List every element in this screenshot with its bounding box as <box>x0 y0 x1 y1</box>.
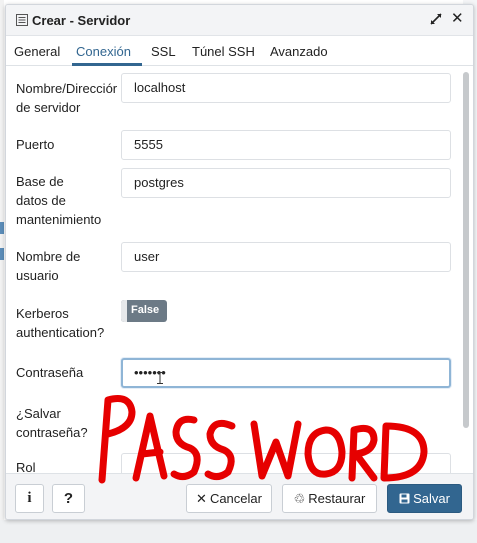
connection-form: Nombre/Direcciór de servidor localhost P… <box>6 66 473 473</box>
background-app-left-edge <box>0 0 4 543</box>
text-cursor-icon <box>157 372 163 384</box>
port-label: Puerto <box>16 137 55 152</box>
tab-ssl[interactable]: SSL <box>151 44 176 59</box>
scrollbar-thumb[interactable] <box>463 72 469 428</box>
tab-tunel-ssh[interactable]: Túnel SSH <box>192 44 255 59</box>
close-icon[interactable]: ✕ <box>451 10 464 28</box>
save-password-label: ¿Salvar contraseña? <box>16 404 88 442</box>
tab-bar: General Conexión SSL Túnel SSH Avanzado <box>6 36 473 66</box>
save-button[interactable]: Salvar <box>387 484 462 513</box>
port-input[interactable]: 5555 <box>121 130 451 160</box>
tab-conexion[interactable]: Conexión <box>76 44 131 59</box>
role-input[interactable] <box>121 453 451 473</box>
kerberos-label-line1: Kerberos <box>16 306 69 321</box>
host-input[interactable]: localhost <box>121 73 451 103</box>
recycle-icon: ♲ <box>293 491 306 506</box>
maintenance-db-input[interactable]: postgres <box>121 168 451 198</box>
dialog-footer: i ? ✕ Cancelar ♲ Restaurar Salvar <box>6 473 473 519</box>
cancel-button-label: Cancelar <box>209 491 262 506</box>
password-input[interactable]: ••••••• <box>121 358 451 388</box>
maintenance-db-label-line1: Base de <box>16 174 64 189</box>
maintenance-db-label: Base de datos de mantenimiento <box>16 172 101 229</box>
host-label-line2: de servidor <box>16 100 81 115</box>
kerberos-label: Kerberos authentication? <box>16 304 104 342</box>
dialog-title: Crear - Servidor <box>32 13 131 28</box>
expand-icon[interactable] <box>429 12 443 26</box>
kerberos-label-line2: authentication? <box>16 325 105 340</box>
server-icon <box>16 14 28 26</box>
kerberos-toggle[interactable]: False <box>121 300 167 322</box>
create-server-dialog: Crear - Servidor ✕ General Conexión SSL … <box>5 4 474 520</box>
username-label: Nombre de usuario <box>16 247 80 285</box>
host-label-line1: Nombre/Direcciór <box>16 81 118 96</box>
username-label-line1: Nombre de <box>16 249 81 264</box>
help-button[interactable]: ? <box>52 484 85 513</box>
dialog-titlebar[interactable]: Crear - Servidor ✕ <box>6 5 473 36</box>
save-password-label-line1: ¿Salvar <box>16 406 61 421</box>
background-mark <box>0 248 4 260</box>
cancel-button[interactable]: ✕ Cancelar <box>186 484 272 513</box>
cancel-icon: ✕ <box>196 491 207 506</box>
save-password-label-line2: contraseña? <box>16 425 88 440</box>
toggle-knob <box>121 300 127 322</box>
username-input[interactable]: user <box>121 242 451 272</box>
save-button-label: Salvar <box>413 491 450 506</box>
reset-button[interactable]: ♲ Restaurar <box>282 484 377 513</box>
tab-avanzado[interactable]: Avanzado <box>270 44 328 59</box>
background-app-bottom-edge <box>0 520 477 543</box>
username-label-line2: usuario <box>16 268 59 283</box>
maintenance-db-label-line2: datos de <box>16 193 66 208</box>
host-label: Nombre/Direcciór de servidor <box>16 79 117 117</box>
info-button[interactable]: i <box>15 484 44 513</box>
save-icon <box>399 493 410 504</box>
reset-button-label: Restaurar <box>308 491 366 506</box>
tab-general[interactable]: General <box>14 44 60 59</box>
role-label: Rol <box>16 460 36 473</box>
password-label: Contraseña <box>16 365 84 380</box>
kerberos-toggle-text: False <box>131 304 160 316</box>
maintenance-db-label-line3: mantenimiento <box>16 212 102 227</box>
background-mark <box>0 222 4 234</box>
